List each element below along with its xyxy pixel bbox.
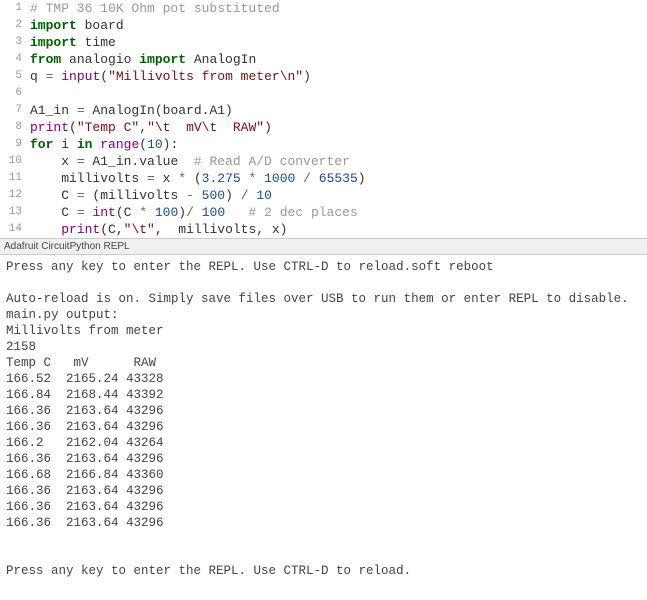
line-number: 8 bbox=[0, 119, 22, 136]
line-number: 2 bbox=[0, 17, 22, 34]
line-number: 5 bbox=[0, 68, 22, 85]
code-line[interactable]: millivolts = x * (3.275 * 1000 / 65535) bbox=[30, 170, 647, 187]
line-number: 11 bbox=[0, 170, 22, 187]
code-line[interactable]: from analogio import AnalogIn bbox=[30, 51, 647, 68]
line-number: 14 bbox=[0, 221, 22, 238]
line-number: 1 bbox=[0, 0, 22, 17]
line-number: 10 bbox=[0, 153, 22, 170]
code-line[interactable]: # TMP 36 10K Ohm pot substituted bbox=[30, 0, 647, 17]
code-line[interactable]: for i in range(10): bbox=[30, 136, 647, 153]
line-number: 13 bbox=[0, 204, 22, 221]
code-line[interactable]: print(C,"\t", millivolts, x) bbox=[30, 221, 647, 238]
repl-title-bar: Adafruit CircuitPython REPL bbox=[0, 238, 647, 255]
code-line[interactable]: A1_in = AnalogIn(board.A1) bbox=[30, 102, 647, 119]
code-editor[interactable]: 1234567891011121314 # TMP 36 10K Ohm pot… bbox=[0, 0, 647, 238]
code-line[interactable]: print("Temp C","\t mV\t RAW") bbox=[30, 119, 647, 136]
code-line[interactable]: q = input("Millivolts from meter\n") bbox=[30, 68, 647, 85]
repl-output[interactable]: Press any key to enter the REPL. Use CTR… bbox=[0, 255, 647, 583]
line-number: 6 bbox=[0, 85, 22, 102]
code-line[interactable]: x = A1_in.value # Read A/D converter bbox=[30, 153, 647, 170]
code-line[interactable]: C = (millivolts - 500) / 10 bbox=[30, 187, 647, 204]
line-number: 7 bbox=[0, 102, 22, 119]
code-line[interactable]: import board bbox=[30, 17, 647, 34]
code-line[interactable]: C = int(C * 100)/ 100 # 2 dec places bbox=[30, 204, 647, 221]
line-number: 12 bbox=[0, 187, 22, 204]
line-number: 9 bbox=[0, 136, 22, 153]
code-line[interactable] bbox=[30, 85, 647, 102]
code-line[interactable]: import time bbox=[30, 34, 647, 51]
line-number: 4 bbox=[0, 51, 22, 68]
line-number-gutter: 1234567891011121314 bbox=[0, 0, 30, 238]
code-area[interactable]: # TMP 36 10K Ohm pot substitutedimport b… bbox=[30, 0, 647, 238]
line-number: 3 bbox=[0, 34, 22, 51]
